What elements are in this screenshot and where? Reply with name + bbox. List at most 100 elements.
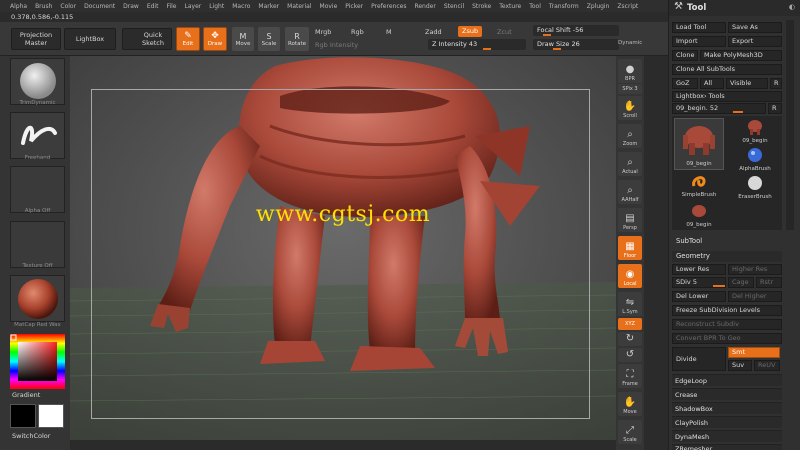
- menu-item-stencil[interactable]: Stencil: [444, 3, 464, 10]
- menu-item-macro[interactable]: Macro: [232, 3, 250, 10]
- menu-item-preferences[interactable]: Preferences: [371, 3, 406, 10]
- divide-button[interactable]: Divide: [672, 347, 726, 371]
- dynamesh-section[interactable]: DynaMesh: [672, 430, 782, 442]
- cage-button[interactable]: Cage: [728, 277, 754, 288]
- shadowbox-section[interactable]: ShadowBox: [672, 402, 782, 414]
- tool-thumb-creature-3[interactable]: 09_begin: [674, 202, 724, 230]
- persp-button[interactable]: ▤ Persp: [618, 208, 642, 232]
- subtool-section[interactable]: SubTool: [672, 236, 782, 247]
- focal-shift-slider[interactable]: Focal Shift -56: [533, 25, 619, 36]
- menu-item-light[interactable]: Light: [209, 3, 224, 10]
- switch-color-button[interactable]: SwitchColor: [12, 432, 50, 440]
- actual-button[interactable]: ⌕ Actual: [618, 152, 642, 176]
- del-higher-button[interactable]: Del Higher: [728, 291, 782, 302]
- menu-item-render[interactable]: Render: [414, 3, 435, 10]
- quick-sketch-button[interactable]: Quick Sketch: [122, 28, 172, 50]
- menu-item-alpha[interactable]: Alpha: [10, 3, 27, 10]
- menu-item-document[interactable]: Document: [84, 3, 115, 10]
- gradient-label[interactable]: Gradient: [12, 391, 40, 399]
- stroke-selector[interactable]: [10, 112, 65, 159]
- rstr-button[interactable]: Rstr: [756, 277, 782, 288]
- m-button[interactable]: M: [386, 28, 392, 36]
- freeze-subdivision-button[interactable]: Freeze SubDivision Levels: [672, 305, 782, 316]
- rgb-button[interactable]: Rgb: [351, 28, 364, 36]
- suv-toggle[interactable]: Suv: [728, 360, 752, 371]
- clone-all-subtools-button[interactable]: Clone All SubTools: [672, 64, 782, 75]
- menu-item-file[interactable]: File: [166, 3, 176, 10]
- zremesher-section[interactable]: ZRemesher: [672, 444, 782, 450]
- move-button[interactable]: M Move: [232, 27, 254, 51]
- aahalf-button[interactable]: ⌕ AAHalf: [618, 180, 642, 204]
- all-button[interactable]: All: [700, 78, 724, 89]
- smt-toggle[interactable]: Smt: [728, 347, 780, 358]
- move-view-button[interactable]: ✋ Move: [618, 392, 642, 416]
- load-tool-button[interactable]: Load Tool: [672, 22, 726, 33]
- tool-thumb-simplebrush[interactable]: SimpleBrush: [674, 172, 724, 200]
- draw-button[interactable]: ✥ Draw: [203, 27, 227, 51]
- palette-scrollbar[interactable]: [786, 20, 794, 230]
- tool-thumb-creature-large[interactable]: 09_begin: [674, 118, 724, 170]
- rotate-y-button[interactable]: ↻: [618, 332, 642, 346]
- r-button[interactable]: R: [770, 78, 782, 89]
- texture-selector[interactable]: [10, 221, 65, 268]
- menu-item-stroke[interactable]: Stroke: [472, 3, 491, 10]
- tool-thumb-eraserbrush[interactable]: EraserBrush: [730, 174, 780, 202]
- zoom-button[interactable]: ⌕ Zoom: [618, 124, 642, 148]
- brush-selector[interactable]: [10, 58, 65, 105]
- menu-item-edit[interactable]: Edit: [147, 3, 159, 10]
- menu-item-texture[interactable]: Texture: [499, 3, 521, 10]
- material-selector[interactable]: [10, 275, 65, 322]
- color-picker[interactable]: [10, 334, 65, 389]
- xyz-button[interactable]: XYZ: [618, 318, 642, 330]
- spix-slider[interactable]: SPix 3: [618, 84, 642, 94]
- save-as-button[interactable]: Save As: [728, 22, 782, 33]
- tool-thumb-alphabrush[interactable]: AlphaBrush: [730, 146, 780, 174]
- projection-master-button[interactable]: Projection Master: [11, 28, 61, 50]
- secondary-color-swatch[interactable]: [38, 404, 64, 428]
- r2-button[interactable]: R: [768, 103, 782, 114]
- claypolish-section[interactable]: ClayPolish: [672, 416, 782, 428]
- reuv-button[interactable]: ReUV: [754, 360, 780, 371]
- edgeloop-section[interactable]: EdgeLoop: [672, 374, 782, 386]
- rotate-z-button[interactable]: ↺: [618, 348, 642, 362]
- menu-item-transform[interactable]: Transform: [549, 3, 579, 10]
- menu-item-picker[interactable]: Picker: [345, 3, 363, 10]
- tool-thumb-creature-small[interactable]: 09_begin: [730, 118, 780, 146]
- lower-res-button[interactable]: Lower Res: [672, 264, 726, 275]
- canvas-viewport[interactable]: www.cgtsj.com: [70, 56, 616, 440]
- menu-item-tool[interactable]: Tool: [529, 3, 541, 10]
- local-button[interactable]: ◉ Local: [618, 264, 642, 288]
- dynamic-toggle[interactable]: Dynamic: [618, 40, 642, 46]
- crease-section[interactable]: Crease: [672, 388, 782, 400]
- sdiv-slider[interactable]: SDiv 5: [672, 277, 726, 288]
- floor-button[interactable]: ▦ Floor: [618, 236, 642, 260]
- lightbox-tools-button[interactable]: Lightbox› Tools: [672, 91, 782, 102]
- make-polymesh-button[interactable]: Make PolyMesh3D: [700, 50, 782, 61]
- menu-item-zplugin[interactable]: Zplugin: [587, 3, 610, 10]
- mrgb-button[interactable]: Mrgb: [315, 28, 331, 36]
- rotate-button[interactable]: R Rotate: [285, 27, 309, 51]
- current-tool-slider[interactable]: 09_begin. 52: [672, 103, 766, 114]
- scale-button[interactable]: S Scale: [258, 27, 280, 51]
- zadd-button[interactable]: Zadd: [425, 28, 442, 36]
- lsym-button[interactable]: ⇋ L.Sym: [618, 292, 642, 316]
- zcut-button[interactable]: Zcut: [497, 28, 512, 36]
- import-button[interactable]: Import: [672, 36, 726, 47]
- geometry-section[interactable]: Geometry: [672, 251, 782, 262]
- alpha-selector[interactable]: [10, 166, 65, 213]
- menu-item-marker[interactable]: Marker: [258, 3, 279, 10]
- menu-item-zscript[interactable]: Zscript: [617, 3, 638, 10]
- menu-item-brush[interactable]: Brush: [35, 3, 52, 10]
- draw-size-slider[interactable]: Draw Size 26: [533, 39, 619, 50]
- menu-item-layer[interactable]: Layer: [185, 3, 202, 10]
- reconstruct-subdiv-button[interactable]: Reconstruct Subdiv: [672, 319, 782, 330]
- menu-item-draw[interactable]: Draw: [123, 3, 139, 10]
- menu-item-material[interactable]: Material: [287, 3, 311, 10]
- edit-button[interactable]: ✎ Edit: [176, 27, 200, 51]
- palette-options-icon[interactable]: ◐: [789, 3, 795, 11]
- frame-button[interactable]: ⛶ Frame: [618, 364, 642, 388]
- main-color-swatch[interactable]: [10, 404, 36, 428]
- goz-button[interactable]: GoZ: [672, 78, 698, 89]
- del-lower-button[interactable]: Del Lower: [672, 291, 726, 302]
- z-intensity-slider[interactable]: Z Intensity 43: [428, 39, 526, 50]
